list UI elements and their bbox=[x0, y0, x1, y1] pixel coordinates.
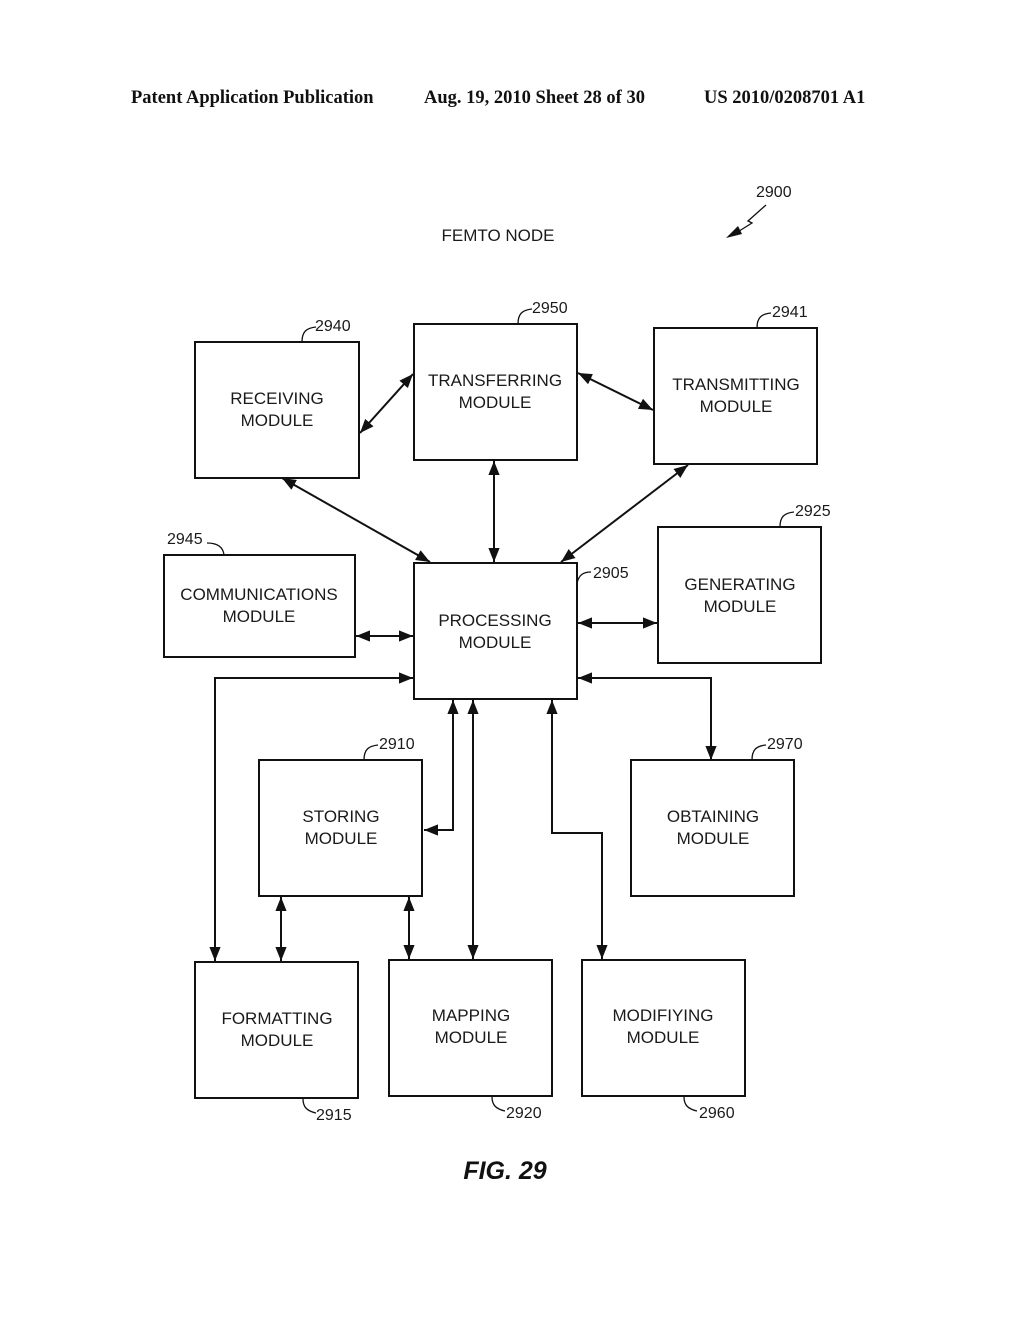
figure-ref-arrowhead bbox=[726, 226, 742, 238]
ref-label-2920: 2920 bbox=[506, 1105, 542, 1122]
figure-ref-zigzag bbox=[735, 204, 767, 234]
diagram-title: FEMTO NODE bbox=[441, 226, 554, 245]
ref-leader bbox=[517, 308, 533, 325]
connector-receiving-processing bbox=[281, 477, 431, 563]
svg-text:TRANSFERRING: TRANSFERRING bbox=[428, 371, 562, 390]
mapping-module: MAPPING MODULE 2920 bbox=[388, 959, 553, 1122]
ref-leader bbox=[756, 312, 772, 329]
svg-text:STORING: STORING bbox=[302, 807, 379, 826]
ref-leader bbox=[301, 326, 317, 343]
ref-leader bbox=[779, 511, 795, 528]
ref-leader bbox=[302, 1098, 317, 1114]
svg-text:MODULE: MODULE bbox=[627, 1028, 700, 1047]
ref-leader bbox=[683, 1096, 698, 1112]
svg-text:FORMATTING: FORMATTING bbox=[221, 1009, 332, 1028]
svg-text:GENERATING: GENERATING bbox=[684, 575, 795, 594]
svg-text:RECEIVING: RECEIVING bbox=[230, 389, 324, 408]
obtaining-module: OBTAINING MODULE 2970 bbox=[630, 736, 803, 897]
svg-text:MODULE: MODULE bbox=[704, 597, 777, 616]
svg-text:MODULE: MODULE bbox=[459, 393, 532, 412]
figure-ref-label: 2900 bbox=[756, 184, 792, 201]
svg-text:MODULE: MODULE bbox=[223, 607, 296, 626]
ref-leader bbox=[206, 542, 225, 556]
svg-text:MODULE: MODULE bbox=[241, 1031, 314, 1050]
ref-label-2945: 2945 bbox=[167, 531, 203, 548]
svg-text:MAPPING: MAPPING bbox=[432, 1006, 510, 1025]
svg-text:COMMUNICATIONS: COMMUNICATIONS bbox=[180, 585, 337, 604]
receiving-module: RECEIVING MODULE 2940 bbox=[194, 318, 360, 479]
formatting-module: FORMATTING MODULE 2915 bbox=[194, 961, 359, 1124]
ref-label-2925: 2925 bbox=[795, 503, 831, 520]
figure-caption: FIG. 29 bbox=[463, 1157, 546, 1185]
connector-transferring-transmitting bbox=[577, 372, 654, 411]
ref-label-2905: 2905 bbox=[593, 565, 629, 582]
connector-processing-storing bbox=[424, 700, 459, 836]
svg-text:MODULE: MODULE bbox=[305, 829, 378, 848]
communications-module: COMMUNICATIONS MODULE 2945 bbox=[163, 531, 356, 658]
ref-leader bbox=[751, 744, 767, 761]
connector-processing-modifying bbox=[546, 700, 608, 959]
svg-text:MODULE: MODULE bbox=[241, 411, 314, 430]
ref-label-2970: 2970 bbox=[767, 736, 803, 753]
ref-leader bbox=[491, 1096, 506, 1112]
svg-text:MODULE: MODULE bbox=[435, 1028, 508, 1047]
transferring-module: TRANSFERRING MODULE 2950 bbox=[413, 300, 578, 461]
svg-text:MODULE: MODULE bbox=[677, 829, 750, 848]
transmitting-module: TRANSMITTING MODULE 2941 bbox=[653, 304, 818, 465]
ref-label-2941: 2941 bbox=[772, 304, 808, 321]
svg-text:MODULE: MODULE bbox=[700, 397, 773, 416]
connector-receiving-transferring bbox=[359, 373, 414, 434]
block-diagram: FEMTO NODE 2900 RECEIVING MODULE 2940 TR… bbox=[163, 184, 831, 1185]
ref-leader bbox=[363, 744, 379, 761]
generating-module: GENERATING MODULE 2925 bbox=[657, 503, 831, 664]
ref-leader bbox=[576, 571, 592, 584]
svg-text:MODULE: MODULE bbox=[459, 633, 532, 652]
ref-label-2915: 2915 bbox=[316, 1107, 352, 1124]
ref-label-2960: 2960 bbox=[699, 1105, 735, 1122]
storing-module: STORING MODULE 2910 bbox=[258, 736, 423, 897]
svg-text:TRANSMITTING: TRANSMITTING bbox=[672, 375, 800, 394]
connector-processing-obtaining bbox=[578, 672, 717, 760]
svg-text:MODIFIYING: MODIFIYING bbox=[612, 1006, 713, 1025]
svg-text:OBTAINING: OBTAINING bbox=[667, 807, 759, 826]
ref-label-2910: 2910 bbox=[379, 736, 415, 753]
svg-text:PROCESSING: PROCESSING bbox=[438, 611, 551, 630]
modifying-module: MODIFIYING MODULE 2960 bbox=[581, 959, 746, 1122]
ref-label-2940: 2940 bbox=[315, 318, 351, 335]
ref-label-2950: 2950 bbox=[532, 300, 568, 317]
